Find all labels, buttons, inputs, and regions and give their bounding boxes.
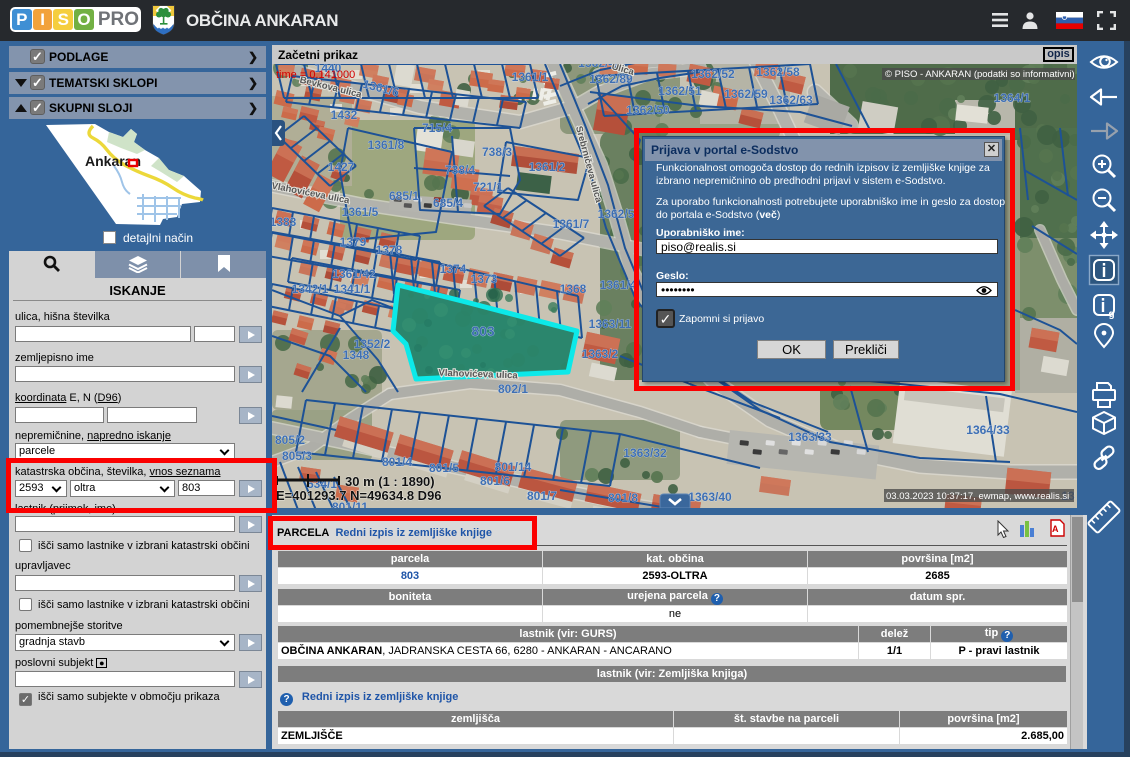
- svg-text:1383: 1383: [272, 215, 297, 229]
- svg-text:801/4: 801/4: [382, 455, 412, 469]
- svg-text:805/2: 805/2: [275, 433, 305, 447]
- svg-text:1361/5: 1361/5: [342, 205, 379, 219]
- svg-text:685/1: 685/1: [389, 189, 419, 203]
- svg-text:1362/50: 1362/50: [626, 103, 670, 117]
- svg-text:1361/2: 1361/2: [529, 160, 566, 174]
- svg-text:30 m (1 : 1890): 30 m (1 : 1890): [345, 474, 435, 489]
- svg-text:1373: 1373: [471, 272, 498, 286]
- svg-text:738/4: 738/4: [445, 163, 475, 177]
- svg-text:1342/1: 1342/1: [292, 282, 329, 296]
- svg-text:802/1: 802/1: [498, 382, 528, 396]
- svg-text:801/5: 801/5: [429, 461, 459, 475]
- svg-text:715/4: 715/4: [422, 121, 452, 135]
- svg-text:1364/33: 1364/33: [966, 423, 1010, 437]
- svg-text:1361/1: 1361/1: [512, 70, 549, 84]
- svg-text:685/4: 685/4: [433, 196, 463, 210]
- svg-text:time = 0.141000: time = 0.141000: [276, 69, 355, 81]
- svg-text:1361/8: 1361/8: [368, 138, 405, 152]
- svg-text:A: A: [1052, 524, 1059, 534]
- svg-text:g: g: [1108, 309, 1114, 320]
- svg-text:801/14: 801/14: [495, 460, 532, 474]
- svg-text:1363/11: 1363/11: [589, 317, 632, 331]
- svg-text:1361/42: 1361/42: [332, 267, 376, 281]
- svg-text:1374: 1374: [440, 262, 467, 276]
- svg-text:1363/33: 1363/33: [788, 430, 832, 444]
- svg-text:1379: 1379: [340, 235, 367, 249]
- svg-text:801/8: 801/8: [608, 491, 638, 505]
- svg-text:805/3: 805/3: [282, 449, 312, 463]
- svg-text:1363/2: 1363/2: [582, 347, 619, 361]
- svg-text:1432: 1432: [331, 108, 358, 122]
- svg-text:738/3: 738/3: [482, 145, 512, 159]
- svg-text:1362/58: 1362/58: [756, 65, 800, 79]
- svg-text:801/7: 801/7: [527, 489, 557, 503]
- svg-text:1368: 1368: [560, 282, 587, 296]
- svg-text:1378: 1378: [376, 243, 403, 257]
- svg-text:1362/59: 1362/59: [724, 87, 768, 101]
- svg-text:1427: 1427: [328, 160, 355, 174]
- svg-text:© PISO - ANKARAN (podatki so i: © PISO - ANKARAN (podatki so informativn…: [885, 69, 1075, 80]
- svg-text:803: 803: [471, 323, 495, 339]
- svg-text:1341/1: 1341/1: [334, 282, 371, 296]
- svg-text:1348: 1348: [343, 348, 370, 362]
- svg-text:E=401293.7 N=49634.8 D96: E=401293.7 N=49634.8 D96: [276, 488, 442, 503]
- svg-text:721/1: 721/1: [473, 180, 503, 194]
- svg-text:1361/4: 1361/4: [600, 278, 637, 292]
- svg-text:03.03.2023 10:37:17, ewmap, ww: 03.03.2023 10:37:17, ewmap, www.realis.s…: [886, 491, 1069, 502]
- svg-text:1362/51: 1362/51: [658, 84, 702, 98]
- svg-text:1362/5: 1362/5: [598, 207, 635, 221]
- svg-text:1363/32: 1363/32: [623, 446, 667, 460]
- svg-text:1361/7: 1361/7: [553, 217, 590, 231]
- svg-text:1362/63: 1362/63: [769, 93, 813, 107]
- svg-text:801/6: 801/6: [480, 474, 510, 488]
- svg-text:1364/1: 1364/1: [994, 91, 1031, 105]
- svg-text:1363/40: 1363/40: [688, 490, 732, 504]
- svg-text:1362/52: 1362/52: [691, 67, 735, 81]
